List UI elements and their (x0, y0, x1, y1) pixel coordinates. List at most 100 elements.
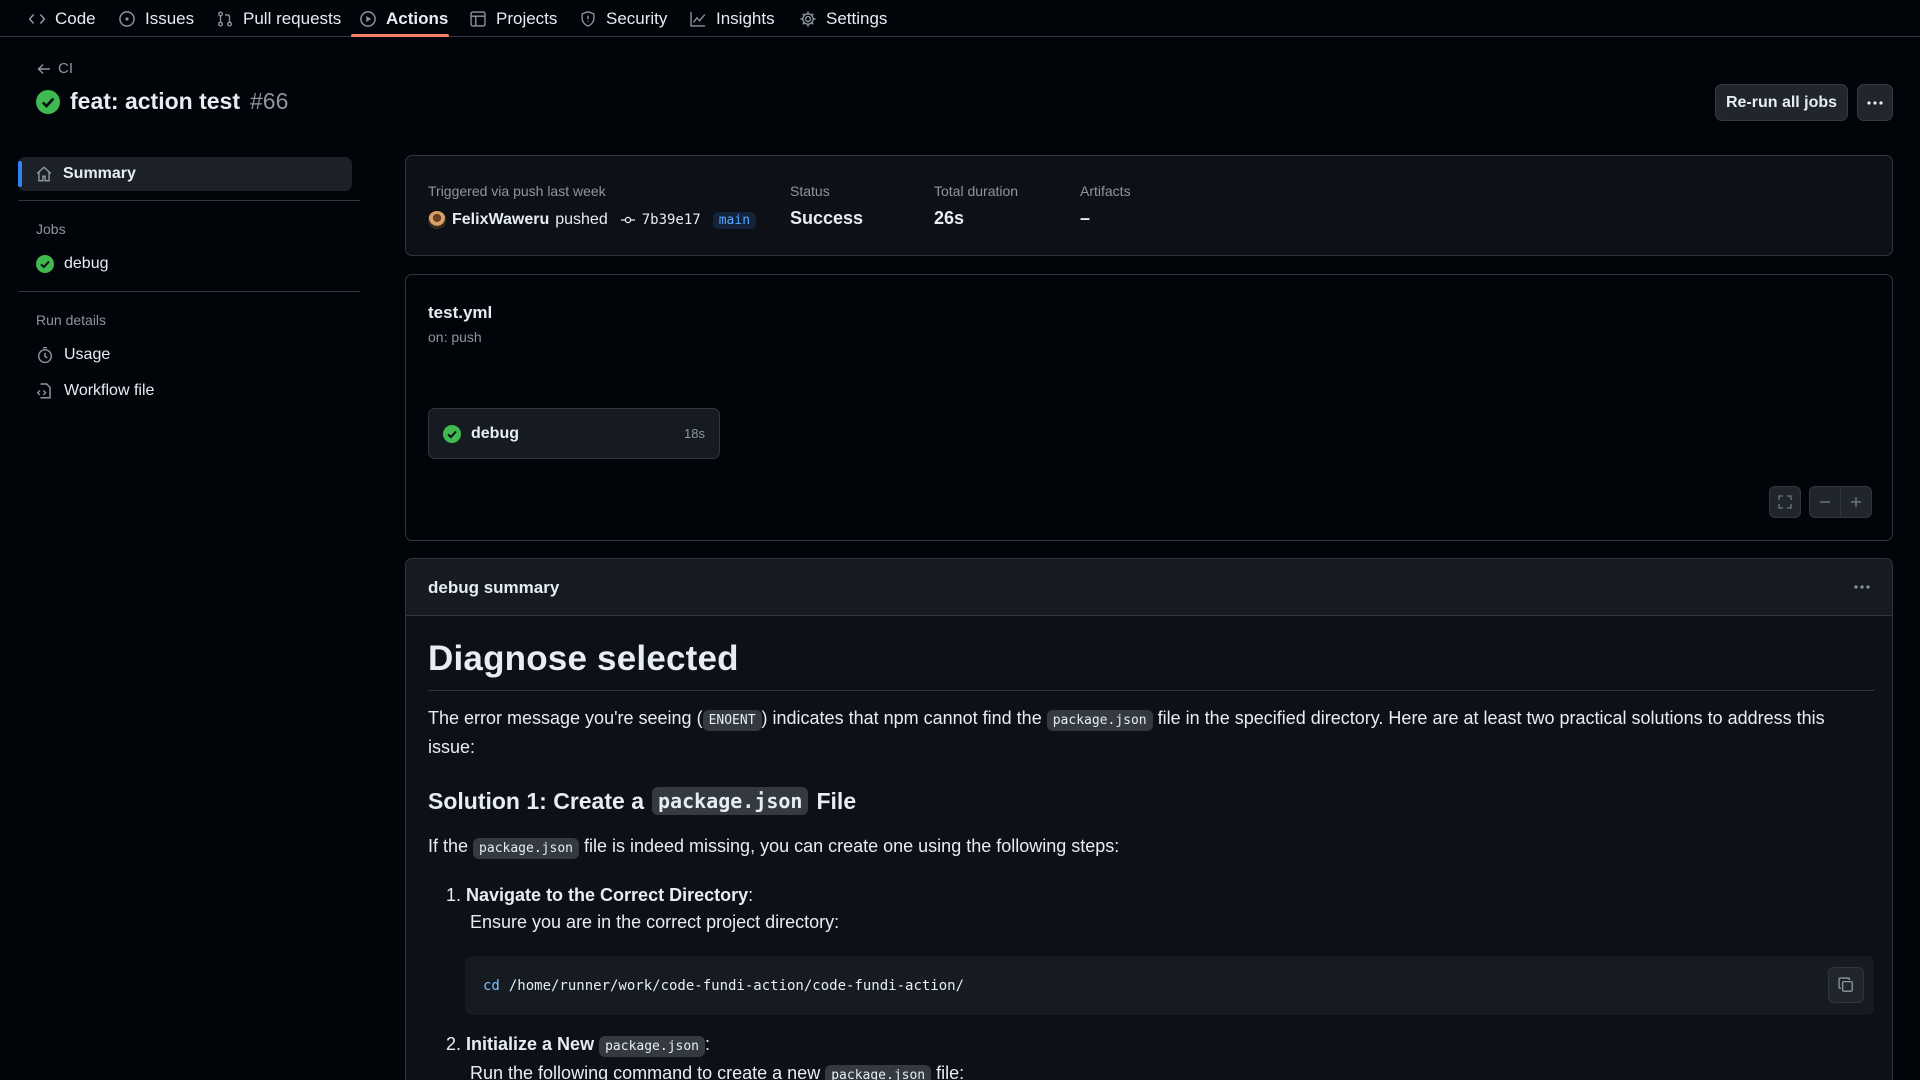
tab-label: Actions (386, 8, 449, 28)
zoom-in-button[interactable] (1840, 486, 1872, 518)
tab-label: Insights (716, 8, 775, 28)
run-trigger-panel: Triggered via push last week FelixWaweru… (405, 155, 1893, 256)
rerun-all-jobs-button[interactable]: Re-run all jobs (1715, 84, 1848, 121)
sidebar-item-workflow-file[interactable]: Workflow file (36, 382, 154, 400)
summary-heading: Diagnose selected (428, 639, 1874, 691)
kebab-menu-button[interactable] (1857, 84, 1893, 121)
sidebar-item-usage[interactable]: Usage (36, 346, 110, 364)
active-tab-indicator (351, 34, 449, 37)
list-item: 2. Initialize a New package.json: Run th… (446, 1031, 1886, 1080)
sidebar-item-label: Summary (63, 165, 136, 182)
repo-nav: Code Issues Pull requests Actions Projec… (0, 0, 1920, 37)
list-item-title: Initialize a New (466, 1034, 595, 1054)
tab-insights[interactable]: Insights (685, 0, 779, 37)
graph-icon (690, 11, 706, 27)
tab-label: Projects (496, 8, 558, 28)
job-summary-panel: debug summary Diagnose selected The erro… (405, 558, 1893, 1080)
tab-issues[interactable]: Issues (114, 0, 198, 37)
workflow-trigger: on: push (428, 329, 482, 345)
table-icon (470, 10, 486, 27)
tab-actions[interactable]: Actions (355, 0, 452, 37)
fullscreen-button[interactable] (1769, 486, 1801, 518)
check-circle-fill-icon (36, 89, 60, 114)
duration-value: 26s (934, 208, 965, 228)
sidebar-item-label: Workflow file (64, 382, 155, 399)
zoom-out-button[interactable] (1809, 486, 1841, 518)
tab-settings[interactable]: Settings (795, 0, 891, 37)
list-item: 1. Navigate to the Correct Directory: En… (446, 882, 1886, 936)
summary-title: debug summary (428, 578, 560, 597)
list-number: 2. (446, 1034, 462, 1054)
avatar[interactable] (428, 211, 446, 229)
list-number: 1. (446, 885, 462, 905)
inline-code: package.json (651, 787, 809, 815)
tab-label: Code (55, 8, 96, 28)
screen-full-icon (1778, 495, 1792, 509)
tab-pull-requests[interactable]: Pull requests (212, 0, 345, 37)
tab-label: Issues (145, 8, 195, 28)
sidebar-divider (18, 200, 360, 201)
markdown-body: Diagnose selected The error message you'… (428, 639, 1874, 862)
kebab-horizontal-icon (1867, 100, 1883, 105)
home-icon (36, 166, 52, 182)
plus-icon (1851, 497, 1861, 507)
kebab-horizontal-icon (1854, 585, 1870, 589)
author-link[interactable]: FelixWaweru (452, 211, 549, 229)
copy-button[interactable] (1828, 967, 1864, 1003)
selected-indicator (18, 161, 22, 187)
sidebar-divider (18, 291, 360, 292)
inline-code: package.json (473, 838, 579, 859)
list-item-title: Navigate to the Correct Directory (466, 885, 749, 905)
git-pull-request-icon (218, 10, 232, 27)
tab-label: Pull requests (243, 8, 342, 28)
sidebar-item-job-debug[interactable]: debug (36, 255, 109, 273)
text-run: ) indicates that npm cannot find the (761, 708, 1042, 728)
code-block: cd /home/runner/work/code-fundi-action/c… (465, 956, 1874, 1015)
code-icon (28, 13, 46, 24)
branch-badge[interactable]: main (712, 211, 757, 229)
status-value: Success (790, 208, 864, 228)
summary-header: debug summary (406, 559, 1892, 616)
text-run: file: (936, 1063, 965, 1080)
arrow-left-icon (37, 63, 50, 74)
workflow-file-name: test.yml (428, 303, 493, 322)
tab-code[interactable]: Code (24, 0, 100, 37)
run-number: #66 (249, 88, 289, 114)
tab-security[interactable]: Security (575, 0, 671, 37)
workflow-graph-panel: test.yml on: push debug 18s (405, 274, 1893, 541)
tab-label: Security (606, 8, 668, 28)
artifacts-value: – (1080, 208, 1091, 228)
back-to-workflow-link[interactable]: CI (36, 60, 73, 77)
job-card-debug[interactable]: debug 18s (428, 408, 720, 459)
file-code-icon (36, 383, 51, 399)
check-circle-fill-icon (443, 424, 461, 443)
list-item-text: Run the following command to create a ne… (446, 1060, 1886, 1080)
text-run: Run the following command to create a ne… (470, 1063, 821, 1080)
issue-opened-icon (119, 10, 135, 27)
git-commit-icon (620, 216, 635, 224)
list-item-text: Ensure you are in the correct project di… (470, 912, 840, 932)
run-title-text: feat: action test (70, 88, 240, 114)
text-run: Solution 1: Create a (428, 787, 644, 814)
text-run: file is indeed missing, you can create o… (583, 836, 1120, 856)
text-run: If the (428, 836, 469, 856)
commit-row: FelixWaweru pushed 7b39e17 main (428, 211, 757, 229)
text-run: : (705, 1034, 711, 1054)
sidebar-jobs-heading: Jobs (36, 221, 66, 237)
trigger-label: Triggered via push last week (428, 183, 606, 199)
status-label: Status (790, 183, 830, 199)
artifacts-label: Artifacts (1080, 183, 1131, 199)
sidebar-run-details-heading: Run details (36, 312, 107, 328)
text-run: : (748, 885, 754, 905)
shield-icon (581, 10, 595, 27)
gear-icon (800, 10, 816, 27)
sidebar-item-summary[interactable]: Summary (18, 157, 352, 191)
sidebar-item-label: Usage (64, 346, 111, 363)
text-run: File (816, 787, 857, 814)
sidebar-item-label: debug (64, 255, 109, 272)
summary-paragraph: The error message you're seeing (ENOENT)… (428, 705, 1874, 761)
commit-sha-link[interactable]: 7b39e17 (642, 212, 701, 228)
tab-projects[interactable]: Projects (465, 0, 561, 37)
copy-icon (1838, 977, 1853, 992)
summary-kebab-button[interactable] (1848, 575, 1876, 599)
